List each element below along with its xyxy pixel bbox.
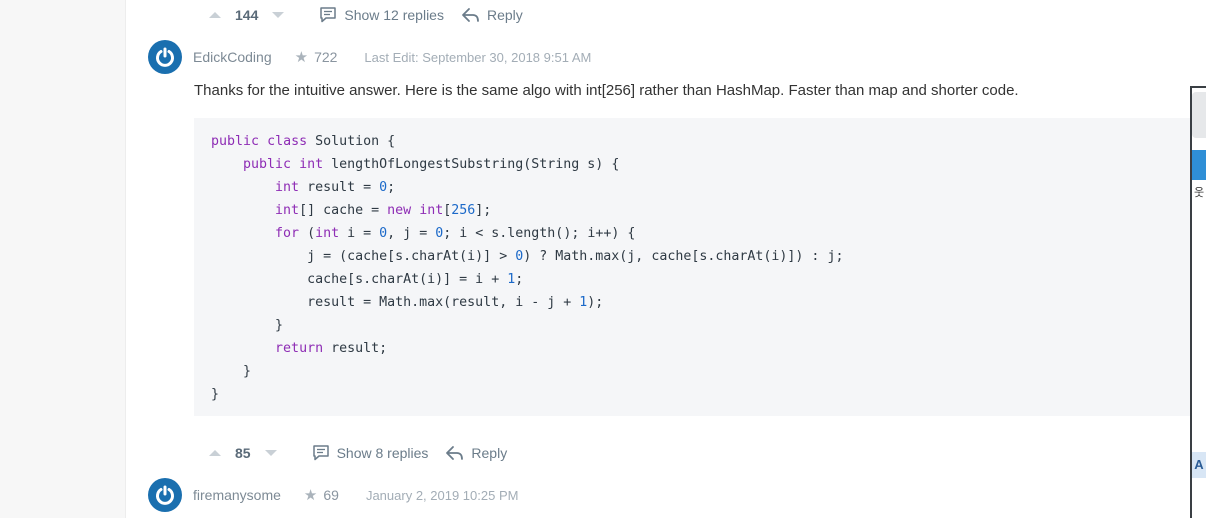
code-line: } <box>211 387 220 402</box>
upvote-icon[interactable] <box>209 12 221 18</box>
avatar[interactable] <box>148 478 182 512</box>
avatar[interactable] <box>148 40 182 74</box>
power-icon <box>156 47 174 67</box>
reply-label: Reply <box>486 7 523 23</box>
code-line: j = (cache[s.charAt(i)] > 0) ? Math.max(… <box>211 249 844 264</box>
left-gutter <box>0 0 126 518</box>
reputation: ★ 69 <box>304 486 339 504</box>
star-icon: ★ <box>294 49 309 66</box>
comment-icon <box>312 445 329 461</box>
code-line: } <box>211 364 252 379</box>
vote-count: 85 <box>235 445 251 461</box>
post-vote-row: 85 Show 8 replies Reply <box>209 443 507 463</box>
username[interactable]: EdickCoding <box>193 49 272 65</box>
reply-icon <box>462 8 479 22</box>
post-timestamp: Last Edit: September 30, 2018 9:51 AM <box>364 49 592 65</box>
code-line: int result = 0; <box>275 180 396 195</box>
reply-button[interactable]: Reply <box>461 7 523 23</box>
reply-icon <box>446 446 464 460</box>
show-replies-button[interactable]: Show 12 replies <box>319 6 444 24</box>
widget-thumbnail[interactable] <box>1192 92 1206 138</box>
show-replies-label: Show 8 replies <box>336 445 429 461</box>
code-block: public class Solution { public int lengt… <box>194 118 1194 416</box>
reply-label: Reply <box>471 445 508 461</box>
top-vote-row: 144 Show 12 replies Reply <box>209 5 523 25</box>
reply-button[interactable]: Reply <box>445 445 507 461</box>
code-line: int[] cache = new int[256]; <box>275 203 492 218</box>
upvote-icon[interactable] <box>209 450 221 456</box>
code-line: return result; <box>275 341 388 356</box>
power-icon <box>156 485 174 505</box>
comment-icon <box>320 7 337 23</box>
reputation: ★ 722 <box>295 48 338 66</box>
next-post-header: firemanysome ★ 69 January 2, 2019 10:25 … <box>148 478 518 512</box>
widget-character: 웃 <box>1194 187 1205 199</box>
reputation-value: 722 <box>314 49 338 65</box>
code-line: } <box>211 318 284 333</box>
code-line: cache[s.charAt(i)] = i + 1; <box>211 272 524 287</box>
side-panel-widget[interactable]: 웃 A <box>1190 86 1206 518</box>
code-line: public class Solution { <box>211 134 396 149</box>
post-timestamp: January 2, 2019 10:25 PM <box>365 487 519 503</box>
username[interactable]: firemanysome <box>193 487 281 503</box>
star-icon: ★ <box>303 487 318 504</box>
downvote-icon[interactable] <box>264 450 277 456</box>
code-line: result = Math.max(result, i - j + 1); <box>211 295 604 310</box>
code-line: public int lengthOfLongestSubstring(Stri… <box>243 157 620 172</box>
reputation-value: 69 <box>323 487 339 503</box>
downvote-icon[interactable] <box>272 12 285 18</box>
widget-a-button[interactable]: A <box>1192 452 1206 478</box>
vote-count: 144 <box>235 7 259 23</box>
post-header: EdickCoding ★ 722 Last Edit: September 3… <box>148 40 591 74</box>
show-replies-button[interactable]: Show 8 replies <box>312 444 429 462</box>
show-replies-label: Show 12 replies <box>344 7 444 23</box>
post-body-text: Thanks for the intuitive answer. Here is… <box>194 82 1019 99</box>
widget-blue-tab[interactable] <box>1192 150 1206 180</box>
code-line: for (int i = 0, j = 0; i < s.length(); i… <box>275 226 636 241</box>
